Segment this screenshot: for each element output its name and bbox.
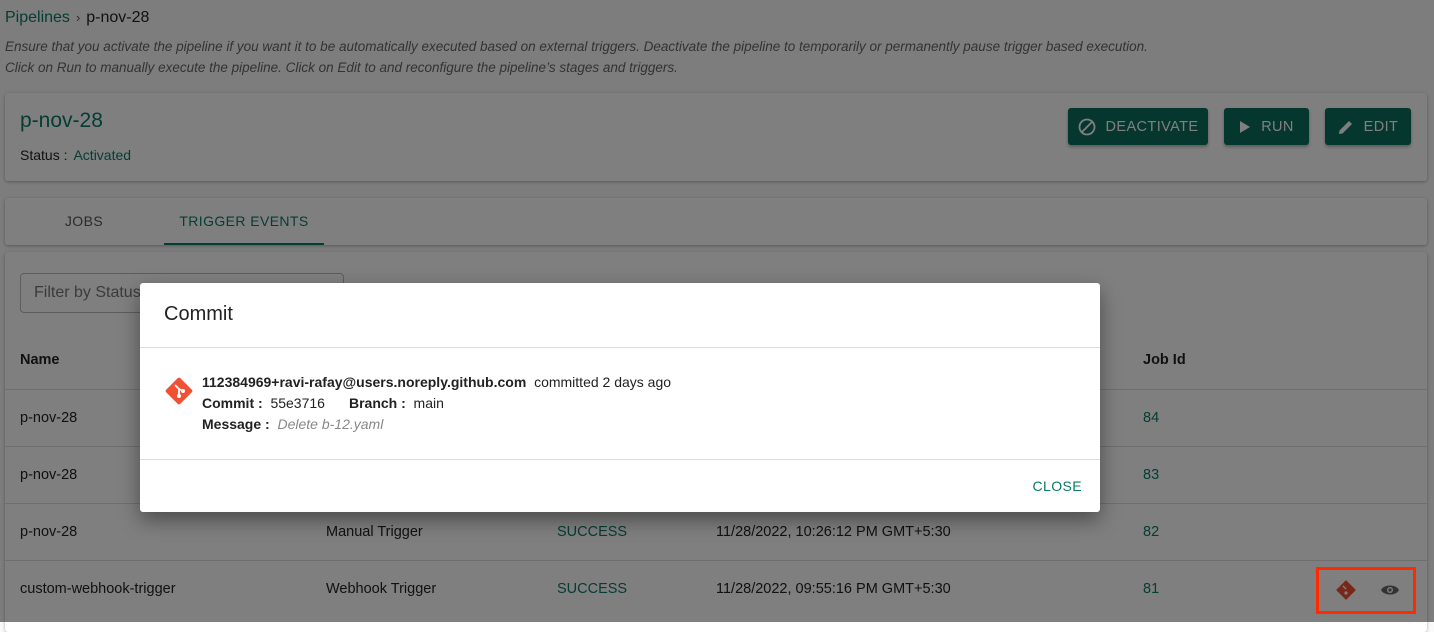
commit-dialog: Commit 112384969+ravi-rafay@users.norepl…	[140, 283, 1100, 512]
commit-info-line: Commit : 55e3716 Branch : main	[202, 395, 444, 411]
highlight-box	[1316, 567, 1416, 614]
git-icon	[165, 377, 193, 405]
commit-hash: 55e3716	[270, 395, 325, 411]
commit-author-line: 112384969+ravi-rafay@users.noreply.githu…	[202, 374, 671, 390]
commit-message: Delete b-12.yaml	[277, 416, 384, 432]
message-label: Message :	[202, 416, 270, 432]
commit-time: committed 2 days ago	[534, 374, 672, 390]
divider	[140, 459, 1100, 460]
commit-label: Commit :	[202, 395, 263, 411]
dialog-title: Commit	[164, 303, 233, 325]
divider	[140, 347, 1100, 348]
branch-value: main	[413, 395, 444, 411]
commit-author: 112384969+ravi-rafay@users.noreply.githu…	[202, 374, 527, 390]
branch-label: Branch :	[348, 395, 406, 411]
commit-message-line: Message : Delete b-12.yaml	[202, 416, 383, 432]
close-button[interactable]: CLOSE	[1033, 478, 1082, 494]
